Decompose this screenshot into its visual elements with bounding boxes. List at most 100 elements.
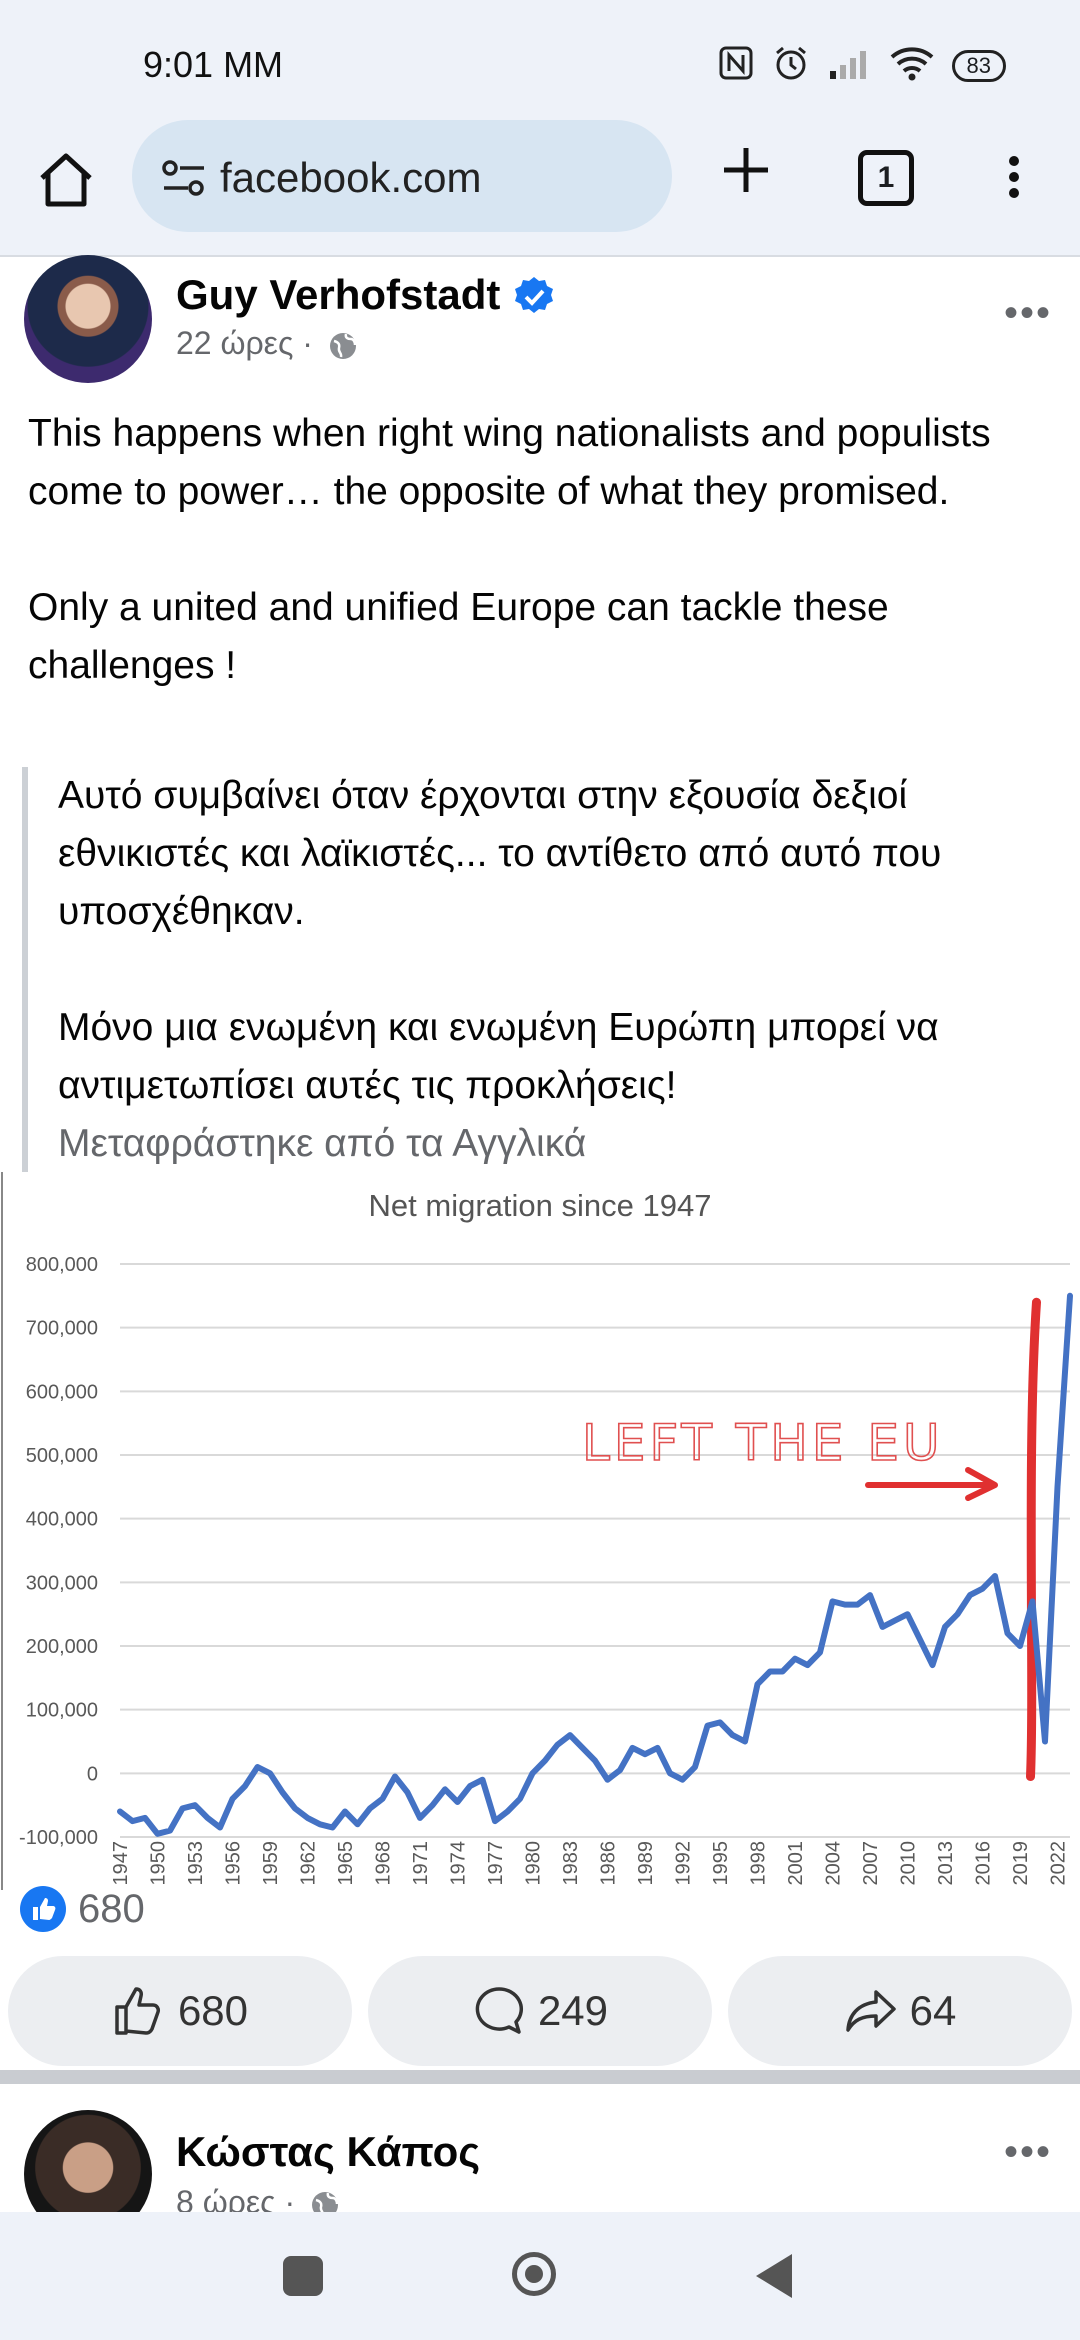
y-tick-label: 700,000 <box>26 1318 98 1340</box>
author-name[interactable]: Guy Verhofstadt <box>176 271 500 319</box>
y-tick-label: 500,000 <box>26 1445 98 1467</box>
feed-separator <box>0 2070 1080 2084</box>
y-tick-label: 300,000 <box>26 1572 98 1594</box>
x-tick-label: 2004 <box>823 1841 845 1886</box>
x-tick-label: 1977 <box>485 1841 507 1886</box>
globe-icon <box>328 331 358 361</box>
translation-paragraph: Μόνο μια ενωμένη και ενωμένη Ευρώπη μπορ… <box>58 1006 939 1107</box>
more-options-icon[interactable]: ••• <box>1004 291 1052 336</box>
home-button[interactable] <box>34 148 98 212</box>
x-tick-label: 1998 <box>748 1841 770 1886</box>
x-tick-label: 2013 <box>935 1841 957 1886</box>
next-feed-post: Κώστας Κάπος 8 ώρες · ••• <box>0 2108 1080 2212</box>
share-button[interactable]: 64 <box>728 1956 1072 2066</box>
x-tick-label: 2019 <box>1010 1841 1032 1886</box>
meta-separator: · <box>284 2184 296 2212</box>
share-icon <box>845 1990 896 2032</box>
translation-paragraph: Αυτό συμβαίνει όταν έρχονται στην εξουσί… <box>58 774 942 933</box>
like-button[interactable]: 680 <box>8 1956 352 2066</box>
post-time[interactable]: 22 ώρες <box>176 325 293 361</box>
address-bar[interactable]: facebook.com <box>132 120 672 232</box>
post-body: This happens when right wing nationalist… <box>28 405 1058 695</box>
comment-count: 249 <box>537 1987 609 2034</box>
browser-menu-button[interactable] <box>1000 150 1028 210</box>
x-tick-label: 1959 <box>260 1841 282 1886</box>
y-tick-label: 0 <box>87 1763 98 1785</box>
thumbs-up-icon <box>115 1987 160 2035</box>
x-tick-label: 1989 <box>635 1841 657 1886</box>
x-tick-label: 2007 <box>860 1841 882 1886</box>
x-tick-label: 1983 <box>560 1841 582 1886</box>
post-actions: 680 249 64 <box>8 1956 1072 2066</box>
post-time[interactable]: 8 ώρες <box>176 2184 276 2212</box>
wifi-icon <box>890 45 934 86</box>
comment-button[interactable]: 249 <box>368 1956 712 2066</box>
x-tick-label: 1950 <box>148 1841 170 1886</box>
url-text[interactable]: facebook.com <box>220 154 481 202</box>
x-tick-label: 1971 <box>410 1841 432 1886</box>
verified-badge-icon <box>512 275 556 319</box>
x-tick-label: 1995 <box>710 1841 732 1886</box>
tab-switcher-button[interactable]: 1 <box>858 150 914 206</box>
translated-note[interactable]: Μεταφράστηκε από τα Αγγλικά <box>58 1115 1080 1173</box>
chart-svg: Net migration since 1947 -100,000 0 100,00… <box>1 1172 1073 1890</box>
x-tick-label: 2022 <box>1048 1841 1070 1886</box>
dot-icon <box>1009 172 1019 182</box>
like-reaction-icon <box>20 1886 66 1932</box>
post-paragraph: This happens when right wing nationalist… <box>28 412 991 513</box>
y-tick-label: 600,000 <box>26 1381 98 1403</box>
reactions-summary[interactable]: 680 <box>20 1886 145 1932</box>
back-button[interactable] <box>756 2254 792 2298</box>
eu-exit-marker-line <box>1026 1297 1041 1782</box>
y-tick-label: 100,000 <box>26 1700 98 1722</box>
reaction-count: 680 <box>78 1886 145 1931</box>
plus-icon <box>724 148 768 192</box>
x-tick-label: 1956 <box>223 1841 245 1886</box>
browser-toolbar: facebook.com 1 <box>0 120 1080 257</box>
post-image-chart[interactable]: Net migration since 1947 -100,000 0 100,00… <box>0 1172 1080 1890</box>
status-bar: 9:01 MM 83 <box>0 0 1080 120</box>
dot-icon <box>1009 156 1019 166</box>
y-tick-label: 400,000 <box>26 1509 98 1531</box>
post-paragraph: Only a united and unified Europe can tac… <box>28 586 889 687</box>
nfc-icon <box>718 45 754 86</box>
chart-title: Net migration since 1947 <box>369 1188 712 1223</box>
site-settings-icon[interactable] <box>162 158 206 203</box>
x-tick-label: 1980 <box>523 1841 545 1886</box>
translation-block: Αυτό συμβαίνει όταν έρχονται στην εξουσί… <box>22 767 1080 1173</box>
status-time: 9:01 MM <box>143 44 284 85</box>
author-avatar[interactable] <box>24 255 152 383</box>
y-tick-label: 200,000 <box>26 1636 98 1658</box>
x-tick-label: 1974 <box>448 1841 470 1886</box>
recents-button[interactable] <box>283 2256 323 2296</box>
x-tick-label: 1953 <box>185 1841 207 1886</box>
x-tick-label: 2010 <box>898 1841 920 1886</box>
net-migration-line <box>117 1292 1073 1837</box>
post-meta: 8 ώρες · <box>176 2184 340 2212</box>
status-icons: 83 <box>718 44 1006 87</box>
battery-indicator: 83 <box>951 49 1006 82</box>
chart-annotation: LEFT THE EU <box>582 1414 944 1472</box>
alarm-icon <box>772 44 810 87</box>
system-navigation-bar <box>0 2212 1080 2340</box>
x-tick-label: 1947 <box>110 1841 132 1886</box>
new-tab-button[interactable] <box>716 140 776 200</box>
x-tick-label: 2001 <box>785 1841 807 1886</box>
x-tick-label: 1992 <box>673 1841 695 1886</box>
share-count: 64 <box>909 1987 957 2034</box>
globe-icon <box>310 2190 340 2212</box>
y-tick-label: -100,000 <box>19 1827 98 1849</box>
x-tick-label: 1965 <box>335 1841 357 1886</box>
home-icon <box>40 153 92 207</box>
author-name[interactable]: Κώστας Κάπος <box>176 2128 480 2176</box>
comment-icon <box>475 1987 523 2034</box>
meta-separator: · <box>302 325 313 361</box>
home-nav-button[interactable] <box>512 2252 556 2296</box>
more-options-icon[interactable]: ••• <box>1004 2130 1052 2175</box>
x-tick-label: 1962 <box>298 1841 320 1886</box>
post-meta: 22 ώρες · <box>176 325 358 362</box>
author-avatar[interactable] <box>24 2110 152 2212</box>
like-count: 680 <box>177 1987 249 2034</box>
x-tick-label: 2016 <box>973 1841 995 1886</box>
annotation-arrow <box>865 1467 998 1501</box>
